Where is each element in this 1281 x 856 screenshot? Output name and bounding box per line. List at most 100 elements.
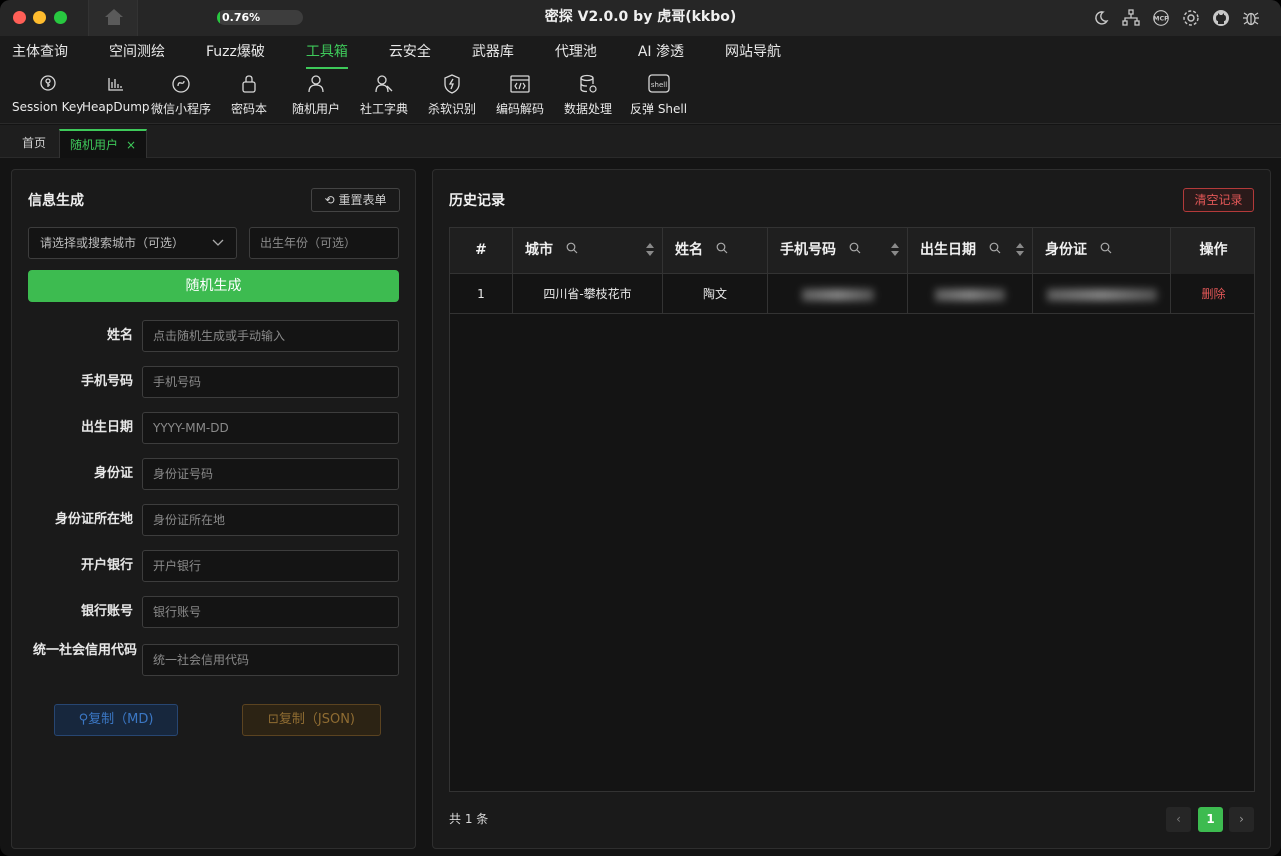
id-location-input[interactable] (142, 504, 399, 536)
search-icon[interactable] (989, 228, 1001, 272)
tool-label: 微信小程序 (151, 102, 212, 116)
cell-city: 四川省-攀枝花市 (513, 274, 663, 314)
tool-social-dict[interactable]: 社工字典 (360, 74, 408, 117)
tool-label: Session Key (12, 100, 84, 114)
tab-strip: 首页 随机用户 × (0, 125, 1281, 158)
nav-item-arsenal[interactable]: 武器库 (472, 36, 514, 70)
tool-label: 社工字典 (360, 102, 409, 116)
name-input[interactable] (142, 320, 399, 352)
bank-account-input[interactable] (142, 596, 399, 628)
city-select[interactable]: 请选择或搜索城市（可选） (28, 227, 237, 259)
search-icon[interactable] (716, 228, 728, 272)
table-header: # 城市 姓名 手机号码 出生日期 身份证 操作 (450, 228, 1254, 274)
nav-item-toolbox[interactable]: 工具箱 (305, 36, 348, 70)
nav-item-cloud-security[interactable]: 云安全 (389, 36, 431, 70)
col-name-label: 姓名 (675, 242, 703, 258)
tool-reverse-shell[interactable]: shell 反弹 Shell (630, 74, 687, 117)
form-row-name: 姓名 (12, 320, 417, 352)
name-label: 姓名 (106, 328, 133, 343)
moon-icon[interactable] (1091, 8, 1111, 28)
nav-item-space-mapping[interactable]: 空间测绘 (109, 36, 165, 70)
search-icon[interactable] (1100, 228, 1112, 272)
tool-data-process[interactable]: 数据处理 (564, 74, 612, 117)
user-icon (292, 74, 340, 96)
col-name[interactable]: 姓名 (663, 228, 768, 274)
col-index-label: # (475, 242, 487, 258)
tool-encode-decode[interactable]: 编码解码 (496, 74, 544, 117)
form-row-bank: 开户银行 (12, 550, 417, 582)
clear-history-button[interactable]: 清空记录 (1183, 188, 1254, 212)
shield-icon (428, 74, 476, 96)
cell-phone (768, 274, 908, 314)
sort-icon[interactable] (891, 243, 899, 259)
sort-icon[interactable] (646, 243, 654, 259)
credit-code-input[interactable] (142, 644, 399, 676)
prev-page-button[interactable]: ‹ (1166, 807, 1191, 832)
title-bar: 0.76% 密探 V2.0.0 by 虎哥(kkbo) MCP (0, 0, 1281, 36)
tool-label: 反弹 Shell (630, 102, 688, 116)
sitemap-icon[interactable] (1121, 8, 1141, 28)
page-1-button[interactable]: 1 (1198, 807, 1223, 832)
col-id-card[interactable]: 身份证 (1033, 228, 1171, 274)
bank-input[interactable] (142, 550, 399, 582)
tab-random-user[interactable]: 随机用户 × (59, 129, 148, 158)
history-table: # 城市 姓名 手机号码 出生日期 身份证 操作 1 四川省-攀枝花市 陶文 删… (449, 227, 1255, 792)
form-row-phone: 手机号码 (12, 366, 417, 398)
col-action: 操作 (1171, 228, 1254, 274)
tool-session-key[interactable]: Session Key (12, 74, 83, 114)
tool-random-user[interactable]: 随机用户 (292, 74, 340, 117)
id-card-input[interactable] (142, 458, 399, 490)
cell-birth (908, 274, 1033, 314)
app-window: 0.76% 密探 V2.0.0 by 虎哥(kkbo) MCP 主体查询 空间测… (0, 0, 1281, 856)
copy-json-button[interactable]: ⊡复制（JSON) (242, 704, 381, 736)
heapdump-icon (82, 74, 150, 96)
col-phone[interactable]: 手机号码 (768, 228, 908, 274)
gear-icon[interactable] (1181, 8, 1201, 28)
info-generate-panel: 信息生成 ⟲ 重置表单 请选择或搜索城市（可选） 随机生成 姓名 手机号码 出生… (11, 169, 416, 849)
bank-account-label: 银行账号 (80, 604, 133, 619)
tool-heapdump[interactable]: HeapDump (82, 74, 150, 114)
search-icon[interactable] (849, 228, 861, 272)
col-city[interactable]: 城市 (513, 228, 663, 274)
birth-date-input[interactable] (142, 412, 399, 444)
form-row-id: 身份证 (12, 458, 417, 490)
tool-label: 随机用户 (292, 102, 341, 116)
close-tab-icon[interactable]: × (126, 138, 136, 152)
tool-miniprogram[interactable]: 微信小程序 (151, 74, 211, 117)
nav-item-main-query[interactable]: 主体查询 (12, 36, 68, 70)
tool-password-book[interactable]: 密码本 (231, 74, 267, 117)
github-icon[interactable] (1211, 8, 1231, 28)
random-generate-button[interactable]: 随机生成 (28, 270, 399, 302)
clip-icon: ⚲ (78, 712, 89, 727)
nav-item-site-nav[interactable]: 网站导航 (725, 36, 781, 70)
nav-item-fuzz[interactable]: Fuzz爆破 (206, 36, 265, 70)
tab-home[interactable]: 首页 (12, 129, 56, 158)
next-page-button[interactable]: › (1229, 807, 1254, 832)
reset-form-button[interactable]: ⟲ 重置表单 (311, 188, 400, 212)
users-icon (360, 74, 408, 96)
birth-year-input[interactable] (249, 227, 399, 259)
chevron-down-icon (212, 228, 224, 269)
lock-icon (231, 74, 267, 96)
mcp-icon[interactable]: MCP (1151, 8, 1171, 28)
form-row-id-location: 身份证所在地 (12, 504, 417, 536)
sort-icon[interactable] (1016, 243, 1024, 259)
bug-icon[interactable] (1241, 8, 1261, 28)
phone-input[interactable] (142, 366, 399, 398)
tool-av-detect[interactable]: 杀软识别 (428, 74, 476, 117)
id-location-label: 身份证所在地 (54, 512, 133, 527)
birth-date-label: 出生日期 (80, 420, 133, 435)
col-birth[interactable]: 出生日期 (908, 228, 1033, 274)
copy-md-button[interactable]: ⚲复制（MD) (54, 704, 178, 736)
city-select-placeholder: 请选择或搜索城市（可选） (40, 236, 185, 250)
title-icons: MCP (1091, 8, 1261, 28)
nav-item-ai-pentest[interactable]: AI 渗透 (638, 36, 684, 70)
redacted-id-card (1046, 288, 1157, 301)
miniprogram-icon (151, 74, 211, 96)
search-icon[interactable] (566, 228, 578, 272)
cell-id-card (1033, 274, 1171, 314)
nav-item-proxy-pool[interactable]: 代理池 (555, 36, 597, 70)
database-icon (564, 74, 612, 96)
col-birth-label: 出生日期 (920, 242, 976, 258)
delete-link[interactable]: 删除 (1201, 287, 1225, 301)
